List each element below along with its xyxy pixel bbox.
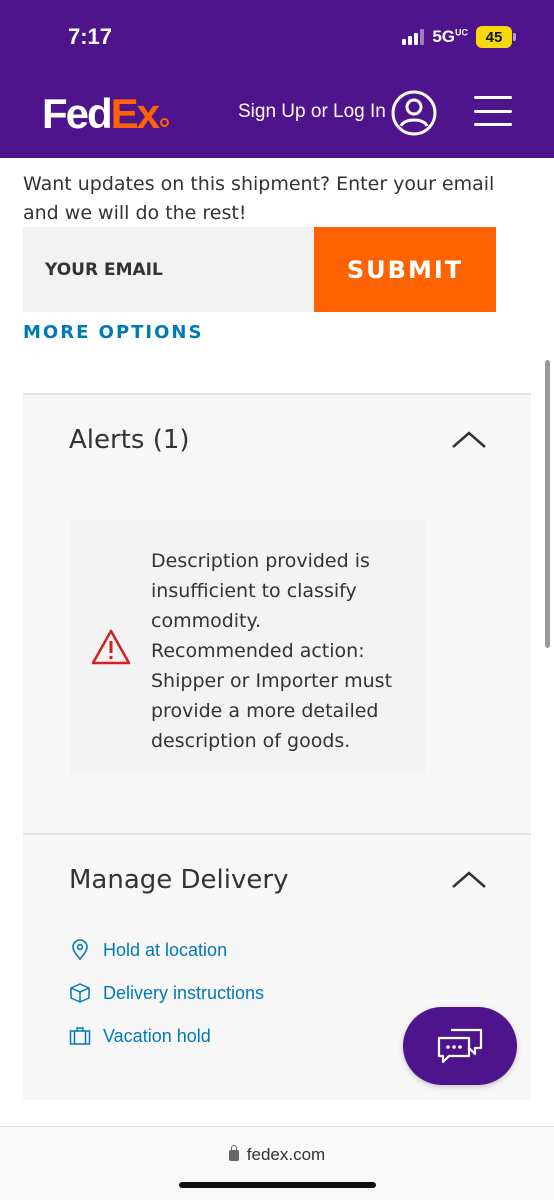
warning-triangle-icon (91, 629, 131, 665)
hold-at-location-link[interactable]: Hold at location (69, 939, 227, 961)
home-indicator[interactable] (179, 1182, 376, 1188)
url-display[interactable]: fedex.com (0, 1145, 554, 1165)
more-options-link[interactable]: MORE OPTIONS (23, 322, 203, 343)
browser-address-bar[interactable]: fedex.com (0, 1126, 554, 1200)
lock-icon (228, 1145, 239, 1161)
vacation-hold-label: Vacation hold (103, 1025, 211, 1046)
chat-bubbles-icon (437, 1028, 483, 1064)
chevron-up-icon[interactable] (451, 869, 487, 891)
status-time: 7:17 (68, 24, 113, 49)
email-updates-prompt: Want updates on this shipment? Enter you… (23, 173, 495, 224)
cellular-signal-icon (402, 29, 425, 45)
alerts-title: Alerts (1) (69, 425, 190, 455)
delivery-instructions-label: Delivery instructions (103, 982, 265, 1003)
manage-delivery-title: Manage Delivery (69, 865, 289, 895)
user-account-icon[interactable] (390, 89, 438, 137)
hold-at-location-label: Hold at location (103, 939, 228, 960)
delivery-instructions-link[interactable]: Delivery instructions (69, 982, 264, 1004)
suitcase-icon (69, 1027, 91, 1045)
page-scrollbar[interactable] (545, 360, 550, 648)
hamburger-menu-icon[interactable] (474, 96, 512, 126)
battery-level: 45 (476, 26, 512, 48)
submit-button[interactable]: SUBMIT (314, 227, 496, 312)
alert-description: Description provided is insufficient to … (151, 550, 370, 632)
status-indicators: 5GUC 45 (402, 26, 516, 48)
site-header: 7:17 5GUC 45 FedEx Sign Up or Log In (0, 0, 554, 158)
logo-registered-mark (160, 118, 169, 127)
alert-recommended-action: Recommended action: Shipper or Importer … (151, 640, 393, 752)
alert-message: Description provided is insufficient to … (151, 546, 421, 756)
chevron-up-icon[interactable] (451, 429, 487, 451)
chat-button[interactable] (403, 1007, 517, 1085)
location-pin-icon (72, 939, 88, 961)
battery-icon: 45 (476, 26, 516, 48)
vacation-hold-link[interactable]: Vacation hold (69, 1025, 211, 1047)
alert-item: Description provided is insufficient to … (70, 520, 425, 775)
url-text: fedex.com (246, 1145, 326, 1164)
alerts-panel: Alerts (1) Description provided is insuf… (23, 393, 531, 833)
fedex-logo[interactable]: FedEx (42, 90, 160, 138)
package-icon (70, 983, 90, 1003)
email-input[interactable] (23, 227, 314, 312)
sign-in-link[interactable]: Sign Up or Log In (238, 101, 386, 123)
network-type: 5GUC (432, 27, 468, 46)
